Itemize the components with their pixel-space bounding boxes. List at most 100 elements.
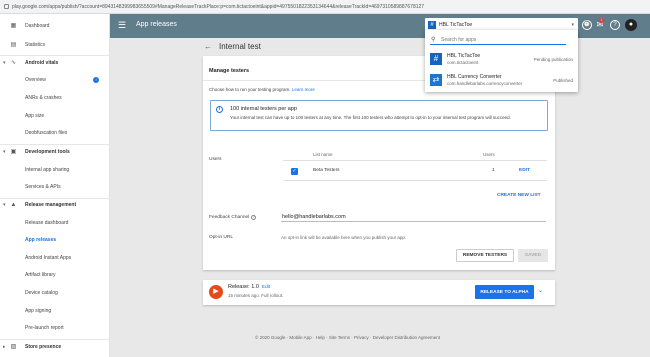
sidebar-item-label: Artifact library bbox=[25, 272, 56, 278]
help-icon[interactable]: ? bbox=[610, 20, 620, 30]
sidebar-item-pre-launch-report[interactable]: Pre-launch report bbox=[0, 322, 110, 334]
feedback-channel-text: Feedback Channel bbox=[209, 215, 250, 220]
optin-url-text: An opt-in link will be available here wh… bbox=[281, 235, 407, 240]
chevron-down-icon: ▾ bbox=[3, 149, 6, 155]
sidebar-item-app-size[interactable]: App size bbox=[0, 110, 110, 122]
sidebar-item-label: Android Instant Apps bbox=[25, 255, 72, 261]
sidebar-item-label: Statistics bbox=[25, 42, 46, 48]
help-icon[interactable]: ? bbox=[251, 215, 257, 220]
sidebar-item-label: App releases bbox=[25, 237, 57, 243]
notification-count-badge: 1 bbox=[599, 18, 604, 23]
play-icon: ▶ bbox=[209, 285, 223, 299]
sidebar-item-app-signing[interactable]: App signing bbox=[0, 305, 110, 317]
feedback-channel-field bbox=[281, 211, 546, 222]
app-selector-label: HBL TicTacToe bbox=[439, 22, 473, 28]
chevron-down-icon[interactable]: ⌄ bbox=[538, 287, 543, 294]
card-title: Manage testers bbox=[209, 68, 250, 74]
currency-converter-app-icon: ⇄ bbox=[430, 74, 442, 86]
sidebar-item-statistics[interactable]: ▤ Statistics bbox=[0, 39, 110, 51]
col-users: Users bbox=[483, 152, 495, 157]
chevron-down-icon: ▾ bbox=[571, 22, 574, 28]
statistics-icon: ▤ bbox=[10, 41, 17, 48]
users-label: Users bbox=[209, 157, 222, 162]
avatar[interactable]: ● bbox=[625, 19, 637, 31]
info-body: Your internal test can have up to 100 te… bbox=[230, 115, 511, 120]
sidebar-item-label: ANRs & crashes bbox=[25, 95, 62, 101]
vitals-icon: ∿ bbox=[10, 59, 17, 66]
sidebar-item-label: Device catalog bbox=[25, 290, 58, 296]
sidebar-item-dashboard[interactable]: ▦ Dashboard bbox=[0, 20, 110, 32]
edit-list-link[interactable]: EDIT bbox=[519, 168, 530, 173]
app-option-currency-converter[interactable]: ⇄ HBL Currency Converter com.handlebarla… bbox=[425, 71, 578, 89]
sidebar: ▦ Dashboard ▤ Statistics ▾ ∿ Android vit… bbox=[0, 14, 110, 357]
learn-more-link[interactable]: Learn more bbox=[292, 87, 315, 92]
sidebar-section-release-management[interactable]: ▾ ▲ Release management bbox=[0, 199, 110, 211]
sidebar-item-deobfuscation[interactable]: Deobfuscation files bbox=[0, 127, 110, 139]
sidebar-item-internal-app-sharing[interactable]: Internal app sharing bbox=[0, 164, 110, 176]
help-text-body: Choose how to run your testing program. bbox=[209, 87, 291, 92]
release-version: Release: 1.0 bbox=[228, 284, 259, 290]
tictactoe-app-icon: # bbox=[430, 53, 442, 65]
sidebar-item-label: Store presence bbox=[25, 344, 62, 350]
app-option-status: Published bbox=[553, 78, 573, 83]
sidebar-item-label: Deobfuscation files bbox=[25, 130, 68, 136]
app-search-popup: ⚲ # HBL TicTacToe com.tictactoeint Pendi… bbox=[425, 30, 578, 92]
sidebar-item-label: Release dashboard bbox=[25, 220, 69, 226]
help-text: Choose how to run your testing program. … bbox=[209, 87, 315, 92]
app-option-name: HBL TicTacToe bbox=[447, 53, 481, 59]
app-search-input[interactable] bbox=[441, 36, 561, 44]
edit-release-link[interactable]: Edit bbox=[262, 285, 270, 290]
sidebar-item-label: Android vitals bbox=[25, 60, 59, 66]
table-header: List name Users bbox=[283, 149, 547, 161]
table-row: ✓ Beta Testers 1 EDIT bbox=[283, 161, 547, 181]
feedback-channel-input[interactable] bbox=[282, 212, 542, 221]
sidebar-item-services-apis[interactable]: Services & APIs bbox=[0, 181, 110, 193]
sidebar-item-label: App size bbox=[25, 113, 45, 119]
app-option-package: com.tictactoeint bbox=[447, 60, 479, 65]
sidebar-item-label: Development tools bbox=[25, 149, 70, 155]
page-title: Internal test bbox=[219, 42, 261, 51]
app-option-package: com.handlebarlabs.currencyconverter bbox=[447, 81, 523, 86]
activity-icon[interactable]: ⌚ bbox=[582, 20, 592, 30]
tictactoe-app-icon: # bbox=[428, 21, 436, 29]
saved-button: SAVED bbox=[518, 249, 548, 262]
chevron-right-icon: ▸ bbox=[3, 344, 6, 350]
app-search-box: ⚲ bbox=[430, 35, 566, 45]
sidebar-item-release-dashboard[interactable]: Release dashboard bbox=[0, 217, 110, 229]
browser-address-bar[interactable]: play.google.com/apps/publish/?account=89… bbox=[0, 0, 650, 14]
feedback-channel-label: Feedback Channel? bbox=[209, 215, 257, 220]
tester-list-checkbox[interactable]: ✓ bbox=[291, 168, 298, 175]
release-icon: ▲ bbox=[10, 201, 17, 208]
sidebar-item-app-releases[interactable]: App releases bbox=[0, 234, 110, 246]
release-to-alpha-button[interactable]: RELEASE TO ALPHA bbox=[475, 285, 534, 299]
back-arrow-icon[interactable]: ← bbox=[204, 42, 212, 51]
store-icon: ▧ bbox=[10, 343, 17, 350]
menu-icon[interactable]: ☰ bbox=[118, 21, 126, 30]
overview-badge: ! bbox=[93, 77, 99, 83]
release-card: ▶ Release: 1.0 Edit 15 minutes ago. Full … bbox=[203, 280, 555, 305]
sidebar-section-store-presence[interactable]: ▸ ▧ Store presence bbox=[0, 341, 110, 353]
sidebar-item-label: App signing bbox=[25, 308, 52, 314]
sidebar-item-label: Pre-launch report bbox=[25, 325, 64, 331]
app-option-tictactoe[interactable]: # HBL TicTacToe com.tictactoeint Pending… bbox=[425, 50, 578, 68]
sidebar-section-development-tools[interactable]: ▾ ▣ Development tools bbox=[0, 146, 110, 158]
info-icon: i bbox=[216, 106, 223, 113]
create-new-list-button[interactable]: CREATE NEW LIST bbox=[497, 193, 541, 198]
sidebar-item-instant-apps[interactable]: Android Instant Apps bbox=[0, 252, 110, 264]
col-list-name: List name bbox=[313, 152, 333, 157]
release-title: Release: 1.0 Edit bbox=[228, 284, 270, 290]
sidebar-item-device-catalog[interactable]: Device catalog bbox=[0, 287, 110, 299]
list-users-count: 1 bbox=[492, 168, 495, 173]
sidebar-item-label: Dashboard bbox=[25, 23, 50, 29]
dashboard-icon: ▦ bbox=[10, 22, 17, 29]
remove-testers-button[interactable]: REMOVE TESTERS bbox=[456, 249, 514, 262]
chevron-down-icon: ▾ bbox=[3, 60, 6, 66]
sidebar-section-android-vitals[interactable]: ▾ ∿ Android vitals bbox=[0, 57, 110, 69]
url-text[interactable]: play.google.com/apps/publish/?account=89… bbox=[12, 4, 424, 10]
sidebar-item-anrs-crashes[interactable]: ANRs & crashes bbox=[0, 92, 110, 104]
sidebar-item-artifact-library[interactable]: Artifact library bbox=[0, 269, 110, 281]
sidebar-item-label: Release management bbox=[25, 202, 77, 208]
list-name: Beta Testers bbox=[313, 168, 340, 173]
app-option-name: HBL Currency Converter bbox=[447, 74, 502, 80]
sidebar-item-label: Overview bbox=[25, 77, 46, 83]
